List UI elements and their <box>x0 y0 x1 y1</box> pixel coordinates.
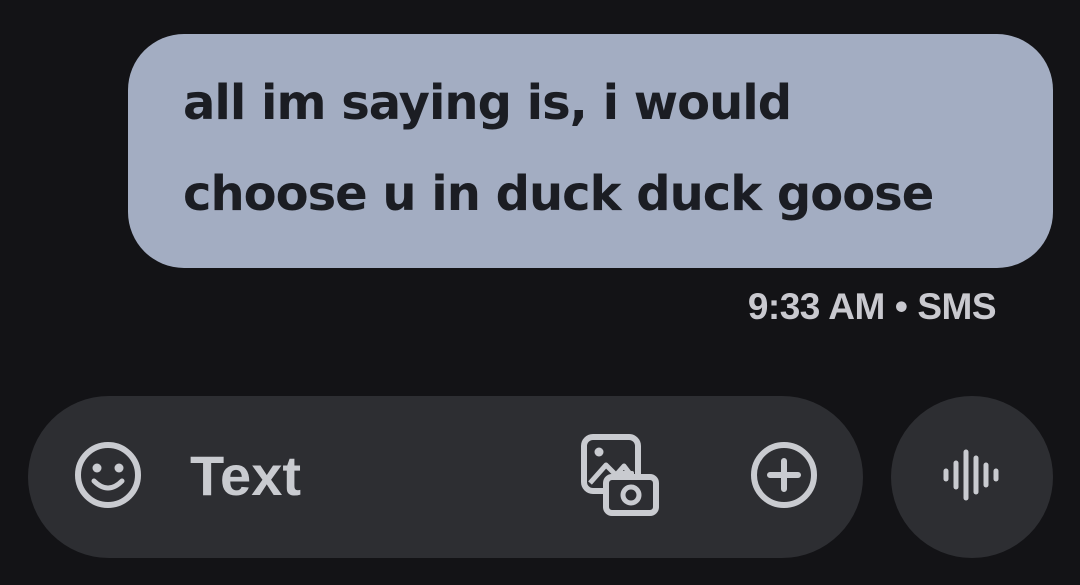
message-meta: 9:33 AM • SMS <box>747 286 997 328</box>
message-composer <box>28 396 863 558</box>
voice-waveform-icon <box>941 444 1003 510</box>
message-time: 9:33 AM <box>747 286 886 327</box>
message-channel: SMS <box>917 286 996 327</box>
add-icon[interactable] <box>748 439 820 515</box>
emoji-icon[interactable] <box>72 439 144 515</box>
text-input[interactable] <box>190 440 550 510</box>
meta-separator: • <box>894 286 908 327</box>
outgoing-message-bubble[interactable]: all im saying is, i would choose u in du… <box>128 34 1053 268</box>
voice-message-button[interactable] <box>891 396 1053 558</box>
gallery-camera-icon[interactable] <box>580 433 660 521</box>
message-text: all im saying is, i would choose u in du… <box>183 75 934 222</box>
